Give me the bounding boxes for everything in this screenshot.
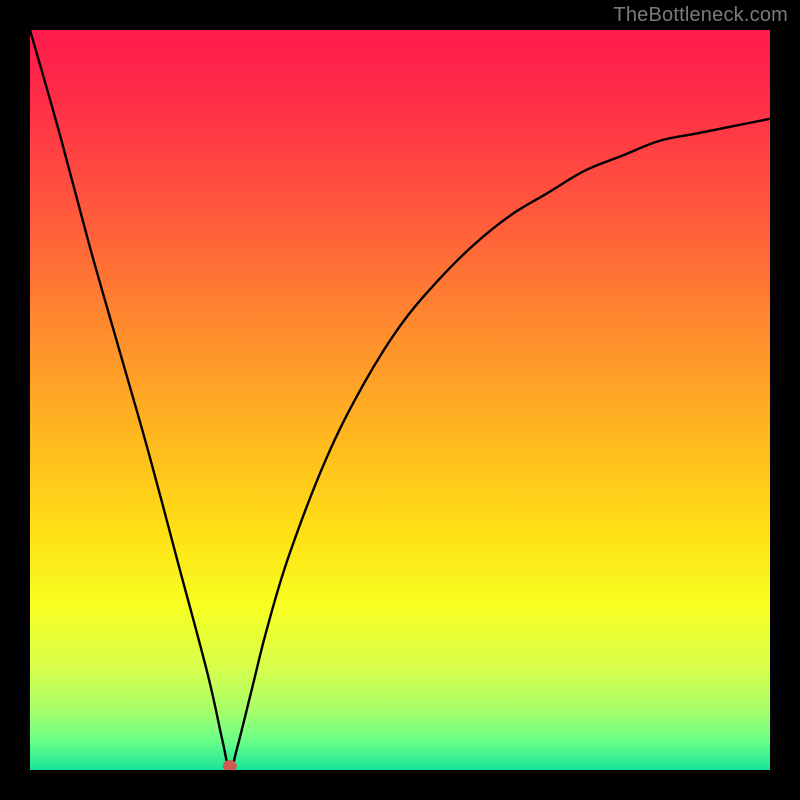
chart-container: TheBottleneck.com: [0, 0, 800, 800]
chart-svg: [30, 30, 770, 770]
plot-area: [30, 30, 770, 770]
watermark-text: TheBottleneck.com: [613, 4, 788, 27]
